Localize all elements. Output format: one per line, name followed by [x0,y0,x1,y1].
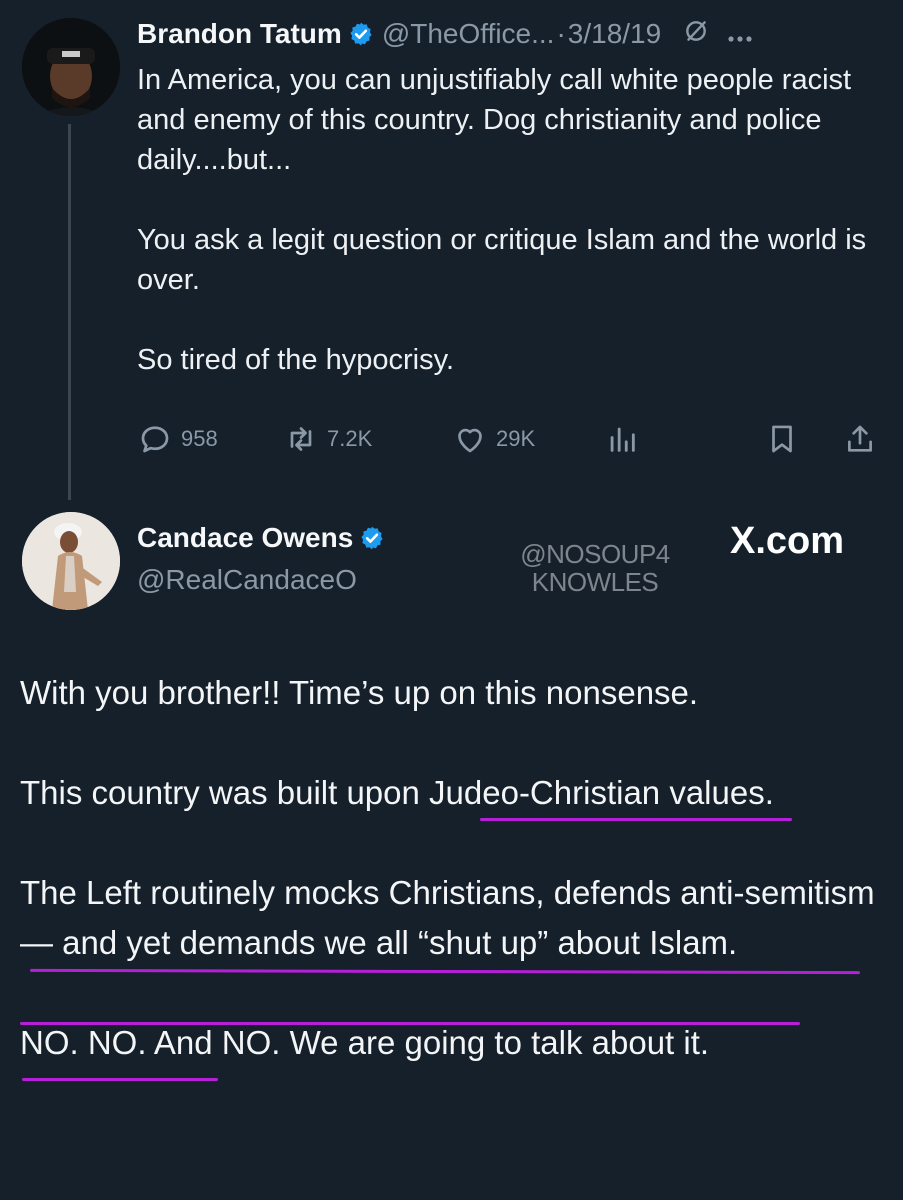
more-icon[interactable] [727,19,753,50]
tweet1-action-bar: 958 7.2K 29K [137,418,877,460]
like-icon [458,428,482,453]
reply-button[interactable]: 958 [137,418,218,460]
like-count: 29K [496,426,536,451]
author-name[interactable]: Brandon Tatum [137,18,342,50]
avatar-brandon-tatum[interactable] [22,18,120,116]
underline-mark [20,1022,800,1025]
verified-badge-icon [350,22,372,46]
underline-mark [22,1078,218,1081]
verified-badge-icon [361,526,383,550]
tweet1-paragraph: In America, you can unjustifiably call w… [137,64,852,176]
author-handle[interactable]: @TheOffice... [382,18,555,50]
views-icon [610,427,635,452]
views-button[interactable] [605,418,647,460]
share-icon [848,425,872,452]
tweet-date[interactable]: 3/18/19 [568,18,661,50]
tweet1-paragraph: So tired of the hypocrisy. [137,344,455,376]
author-name[interactable]: Candace Owens [137,522,353,554]
source-label: X.com [730,520,845,562]
tweet2-body: With you brother!! Time’s up on this non… [20,668,890,1118]
reply-icon [141,426,169,453]
tweet1-header: Brandon Tatum @TheOffice... · 3/18/19 [137,14,753,54]
author-handle[interactable]: @RealCandaceO [137,564,357,596]
repost-count: 7.2K [327,426,373,451]
tweet2-paragraph: NO. NO. And NO. We are going to talk abo… [20,1024,710,1061]
avatar-candace-owens[interactable] [22,512,120,610]
repost-icon [290,427,312,451]
watermark-line: KNOWLES [531,567,659,597]
tweet2-paragraph: This country was built upon Judeo-Christ… [20,774,774,811]
thread-line [68,124,71,500]
tweet1-paragraph: You ask a legit question or critique Isl… [137,224,867,296]
bookmark-button[interactable] [765,418,807,460]
watermark: @NOSOUP4 KNOWLES [505,540,685,596]
tweet2-paragraph: With you brother!! Time’s up on this non… [20,674,699,711]
grok-icon[interactable] [683,18,709,51]
watermark-line: @NOSOUP4 [520,539,670,569]
tweet1-body: In America, you can unjustifiably call w… [137,60,877,420]
underline-mark [480,818,792,821]
share-button[interactable] [843,418,885,460]
dot-separator: · [556,18,566,49]
like-button[interactable]: 29K [452,418,535,460]
repost-button[interactable]: 7.2K [283,418,372,460]
tweet2-paragraph: The Left routinely mocks Christians, def… [20,874,875,961]
reply-count: 958 [181,426,218,451]
tweet2-header: Candace Owens [137,522,393,554]
bookmark-icon [772,425,792,453]
